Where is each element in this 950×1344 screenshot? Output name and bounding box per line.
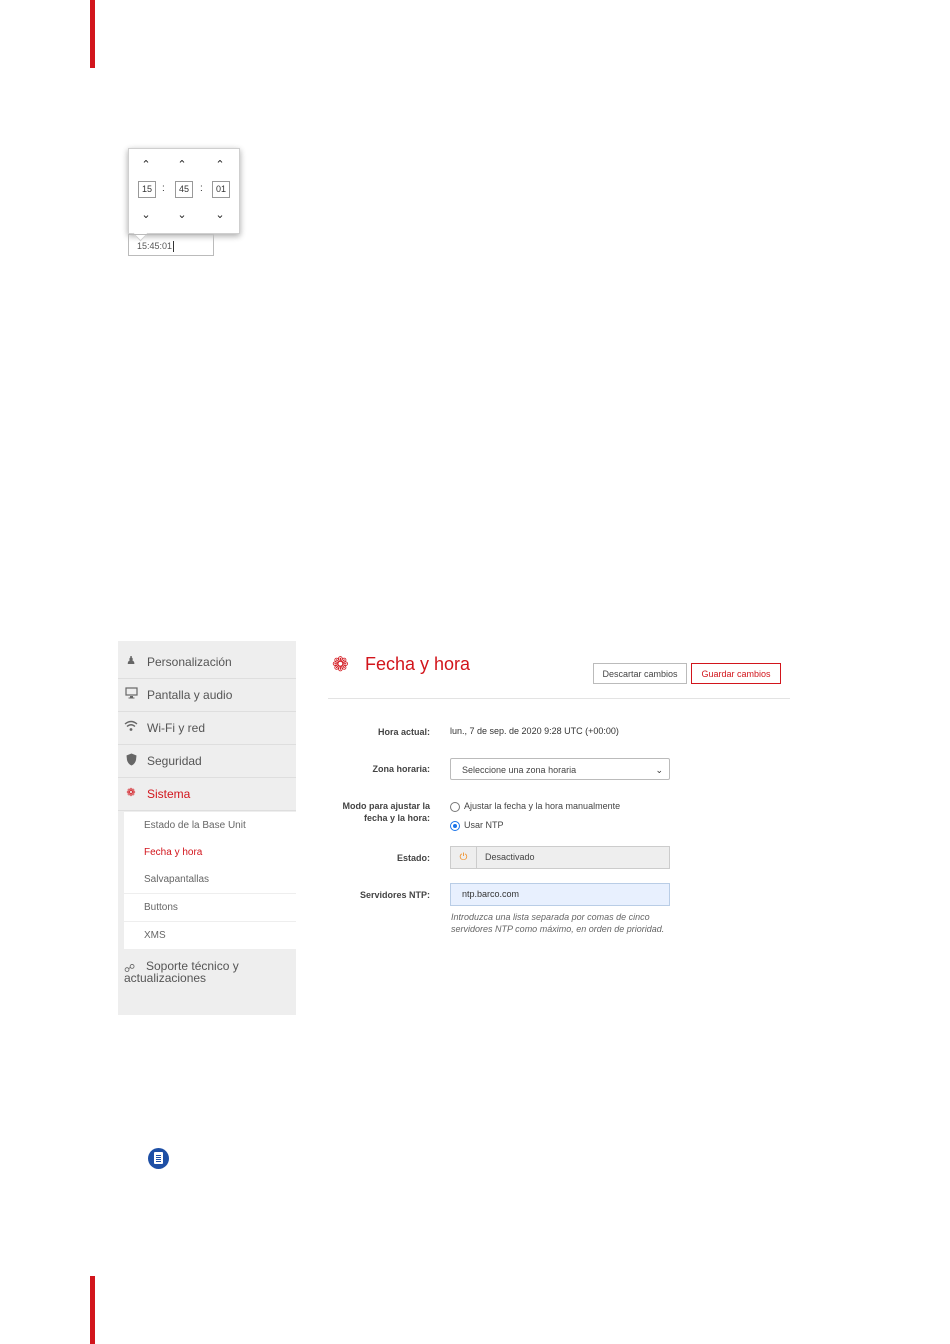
subitem-screensaver[interactable]: Salvapantallas [124,866,296,893]
subitem-buttons[interactable]: Buttons [124,894,296,921]
subitem-label: Fecha y hora [144,847,203,858]
seconds-down-chevron-icon[interactable]: ⌄ [210,209,230,221]
current-time-label: Hora actual: [377,727,430,737]
minutes-up-chevron-icon[interactable]: ⌃ [172,159,192,171]
subitem-xms[interactable]: XMS [124,922,296,949]
ntp-help-text: Introduzca una lista separada por comas … [451,912,665,934]
seconds-up-chevron-icon[interactable]: ⌃ [210,159,230,171]
shield-icon [124,753,138,767]
subitem-label: Salvapantallas [144,874,210,885]
save-changes-button[interactable]: Guardar cambios [691,663,781,684]
sidebar-item-system[interactable]: ❁ Sistema [118,777,296,811]
note-icon [148,1148,169,1169]
ntp-servers-input[interactable]: ntp.barco.com [450,883,670,906]
timezone-select[interactable]: Seleccione una zona horaria ⌄ [450,758,670,780]
ntp-servers-label: Servidores NTP: [359,890,430,900]
sidebar-item-display-audio[interactable]: Pantalla y audio [118,678,296,712]
page-title: Fecha y hora [365,654,471,674]
time-separator: : [162,183,165,194]
subitem-base-unit-status[interactable]: Estado de la Base Unit [124,812,296,839]
sidebar-item-label: Pantalla y audio [147,688,233,702]
page-marker-top [90,0,95,68]
current-time-value: lun., 7 de sep. de 2020 9:28 UTC (+00:00… [450,726,619,736]
subitem-date-time[interactable]: Fecha y hora [124,839,296,866]
timezone-label: Zona horaria: [372,764,430,774]
subitem-label: XMS [144,930,166,941]
seconds-field[interactable]: 01 [212,181,230,198]
divider [328,698,790,699]
sidebar-item-label: Soporte técnico y actualizaciones [124,959,239,985]
subitem-label: Estado de la Base Unit [144,820,246,831]
monitor-icon [124,687,138,701]
time-input-value: 15:45:01 [137,241,173,251]
sidebar-item-wifi-network[interactable]: Wi-Fi y red [118,711,296,745]
status-label: Estado: [396,853,430,863]
status-field: ⏻ Desactivado [450,846,670,869]
manual-mode-label[interactable]: Ajustar la fecha y la hora manualmente [464,801,620,811]
settings-screenshot: ♟ Personalización Pantalla y audio Wi-Fi… [118,641,798,1016]
timezone-select-value: Seleccione una zona horaria [462,765,577,775]
hours-up-chevron-icon[interactable]: ⌃ [136,159,156,171]
gear-icon: ❁ [126,787,136,799]
hours-down-chevron-icon[interactable]: ⌄ [136,209,156,221]
sidebar-item-label: Seguridad [147,754,202,768]
text-cursor [173,241,175,253]
sidebar-item-label: Wi-Fi y red [147,721,205,735]
sidebar-item-label: Personalización [147,655,232,669]
status-value: Desactivado [485,852,535,862]
sidebar-item-personalization[interactable]: ♟ Personalización [118,645,296,679]
user-icon: ♟ [126,655,136,667]
sidebar-item-label: Sistema [147,787,191,801]
ntp-mode-label[interactable]: Usar NTP [464,820,504,830]
manual-mode-radio[interactable] [450,802,460,812]
sidebar: ♟ Personalización Pantalla y audio Wi-Fi… [118,641,296,1015]
time-separator: : [200,183,203,194]
power-icon: ⏻ [451,847,477,868]
minutes-field[interactable]: 45 [175,181,193,198]
mode-label: Modo para ajustar la fecha y la hora: [342,801,430,823]
discard-changes-button[interactable]: Descartar cambios [593,663,687,684]
note-page-shape [154,1152,163,1164]
ntp-mode-radio[interactable] [450,821,460,831]
time-input[interactable]: 15:45:01 [128,234,214,256]
subitem-label: Buttons [144,902,178,913]
minutes-down-chevron-icon[interactable]: ⌄ [172,209,192,221]
main-panel: ❁ Fecha y hora Descartar cambios Guardar… [328,641,798,1016]
hours-field[interactable]: 15 [138,181,156,198]
page-marker-bottom [90,1276,95,1344]
gear-icon: ❁ [332,654,349,676]
sidebar-item-security[interactable]: Seguridad [118,744,296,778]
chevron-down-icon: ⌄ [655,765,663,775]
wifi-icon [124,720,138,734]
time-picker-popup: ⌃ ⌃ ⌃ 15 : 45 : 01 ⌄ ⌄ ⌄ [128,148,240,242]
